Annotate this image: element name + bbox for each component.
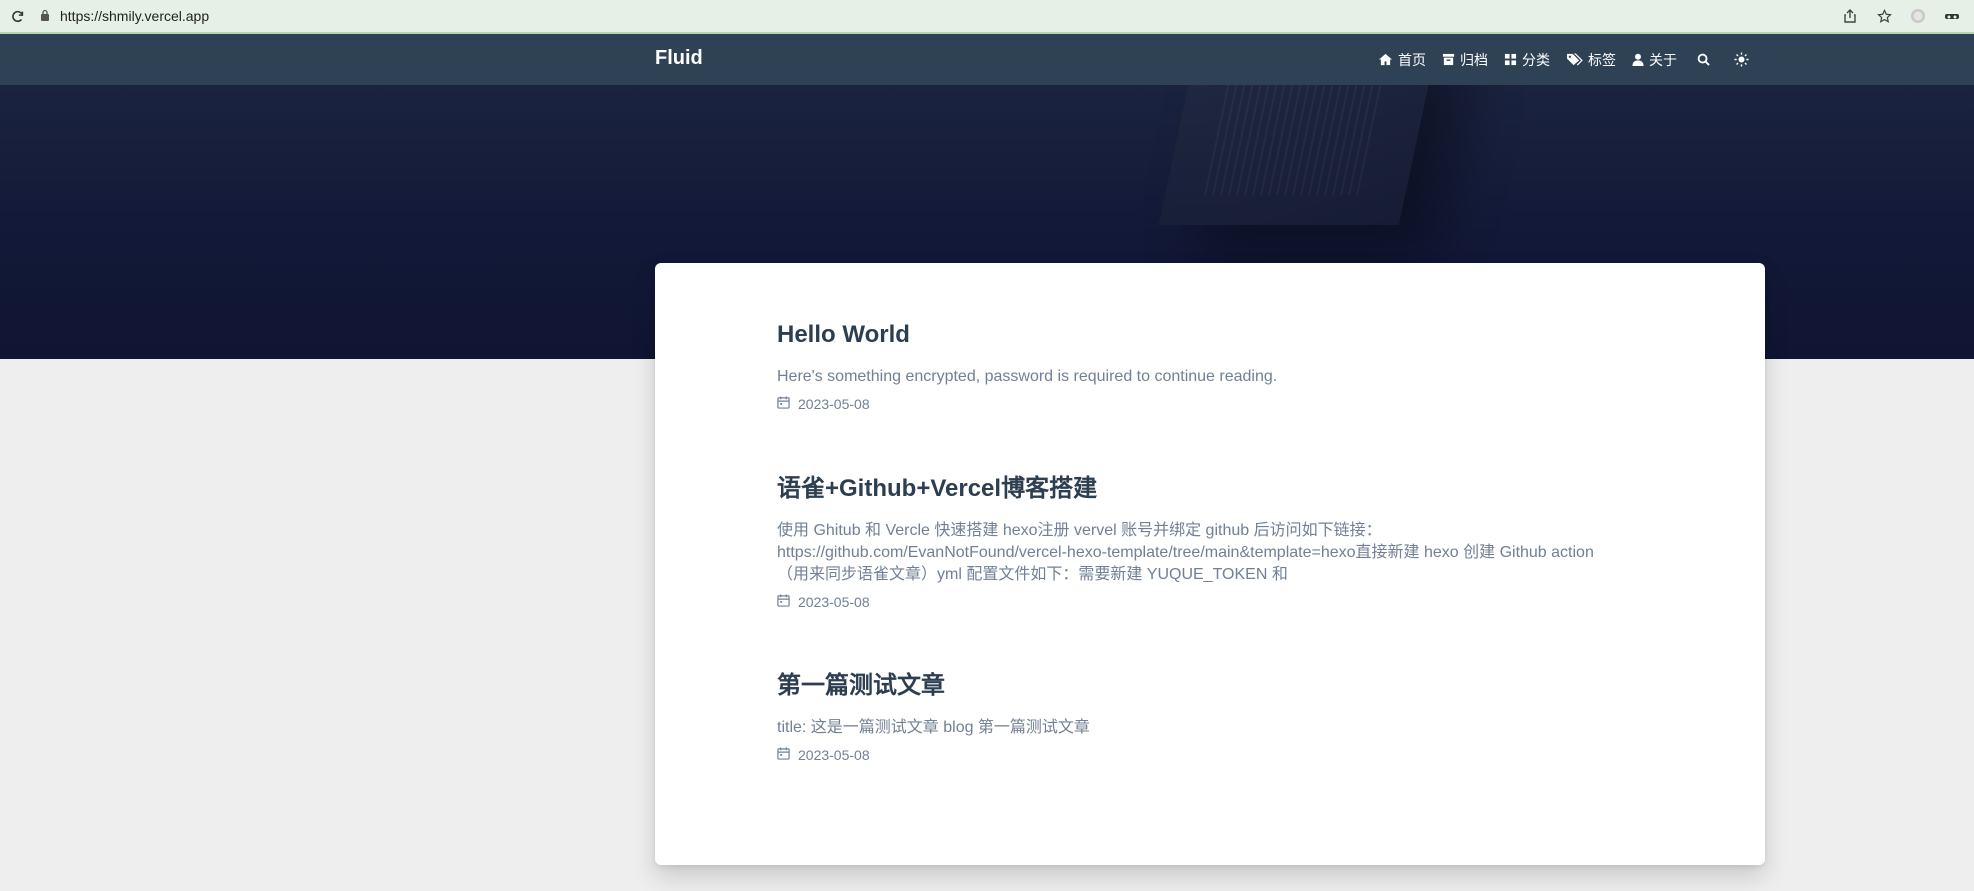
calendar-icon — [777, 396, 790, 412]
calendar-icon — [777, 747, 790, 763]
post-excerpt[interactable]: 使用 Ghitub 和 Vercle 快速搭建 hexo注册 vervel 账号… — [777, 520, 1617, 586]
post-item: Hello World Here's something encrypted, … — [777, 320, 1617, 412]
nav-item-label: 归档 — [1460, 51, 1488, 68]
nav-item-about[interactable]: 关于 — [1632, 50, 1677, 70]
site-brand[interactable]: Fluid — [655, 47, 703, 70]
nav-item-label: 分类 — [1522, 51, 1550, 68]
post-item: 第一篇测试文章 title: 这是一篇测试文章 blog 第一篇测试文章 202… — [777, 671, 1617, 763]
post-title[interactable]: 语雀+Github+Vercel博客搭建 — [777, 474, 1617, 504]
search-button[interactable] — [1697, 53, 1710, 66]
user-icon — [1632, 53, 1644, 66]
address-bar[interactable]: https://shmily.vercel.app — [40, 4, 1842, 28]
address-url[interactable]: https://shmily.vercel.app — [60, 8, 209, 24]
bookmark-star-icon[interactable] — [1876, 8, 1892, 24]
post-date: 2023-05-08 — [798, 396, 870, 412]
incognito-icon[interactable] — [1944, 8, 1960, 24]
post-title[interactable]: Hello World — [777, 320, 1617, 350]
theme-toggle-sun-icon — [1734, 52, 1749, 67]
post-meta: 2023-05-08 — [777, 396, 1617, 412]
nav-item-categories[interactable]: 分类 — [1504, 50, 1550, 70]
theme-toggle-button[interactable] — [1734, 52, 1749, 67]
nav-item-label: 首页 — [1398, 51, 1426, 68]
calendar-icon — [777, 594, 790, 610]
nav-item-label: 标签 — [1588, 51, 1616, 68]
nav-item-archive[interactable]: 归档 — [1442, 50, 1488, 70]
tags-icon — [1566, 53, 1583, 66]
nav-menu: 首页 归档 分类 标签 关于 — [1378, 34, 1749, 85]
post-item: 语雀+Github+Vercel博客搭建 使用 Ghitub 和 Vercle … — [777, 474, 1617, 610]
nav-item-label: 关于 — [1649, 51, 1677, 68]
post-list-card: Hello World Here's something encrypted, … — [655, 263, 1765, 865]
share-icon[interactable] — [1842, 8, 1858, 24]
post-date: 2023-05-08 — [798, 747, 870, 763]
post-excerpt[interactable]: Here's something encrypted, password is … — [777, 366, 1617, 388]
post-meta: 2023-05-08 — [777, 594, 1617, 610]
site-navbar: Fluid 首页 归档 分类 标签 关于 — [0, 34, 1974, 85]
nav-item-home[interactable]: 首页 — [1378, 50, 1426, 70]
archive-icon — [1442, 53, 1455, 66]
profile-icon[interactable] — [1910, 8, 1926, 24]
hero-background-texture — [1204, 85, 1396, 195]
post-date: 2023-05-08 — [798, 594, 870, 610]
search-icon — [1697, 53, 1710, 66]
browser-toolbar: https://shmily.vercel.app — [0, 0, 1974, 34]
nav-item-tags[interactable]: 标签 — [1566, 50, 1616, 70]
lock-icon — [40, 8, 50, 24]
post-excerpt[interactable]: title: 这是一篇测试文章 blog 第一篇测试文章 — [777, 717, 1617, 739]
post-meta: 2023-05-08 — [777, 747, 1617, 763]
home-icon — [1378, 53, 1393, 66]
category-icon — [1504, 53, 1517, 66]
post-title[interactable]: 第一篇测试文章 — [777, 671, 1617, 701]
reload-icon[interactable] — [8, 6, 28, 26]
